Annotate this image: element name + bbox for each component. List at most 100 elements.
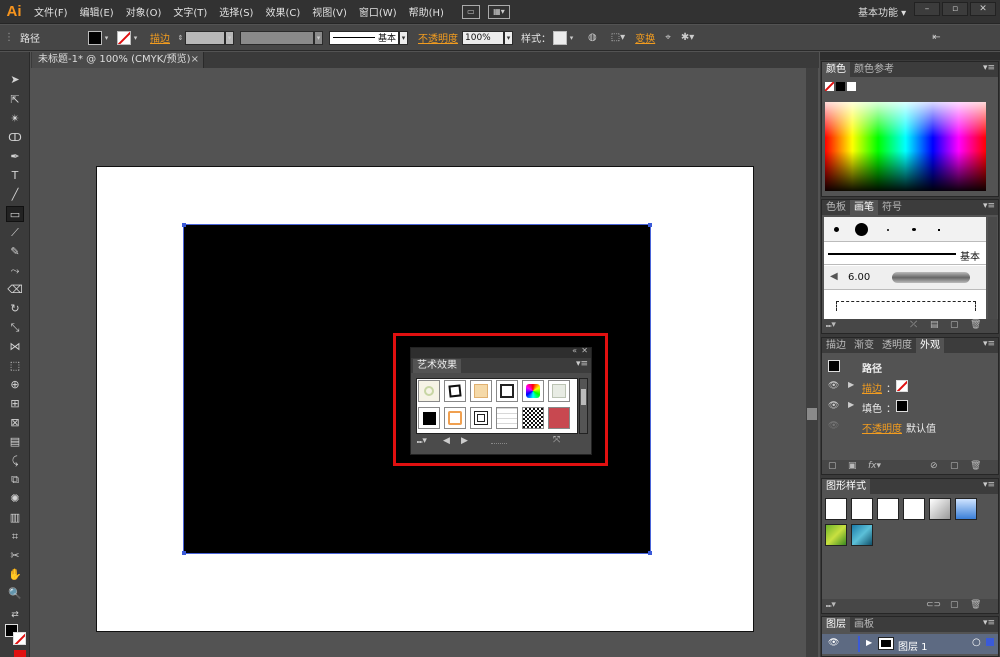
zoom-tool-icon[interactable]: 🔍 [6, 586, 24, 602]
delete-graphic-style-icon[interactable]: 🗑 [970, 600, 981, 610]
arrange-documents-icon[interactable]: ▦▾ [487, 4, 510, 19]
scroll-thumb[interactable] [807, 408, 817, 420]
isolate-object-icon[interactable]: ⌖ [665, 32, 671, 43]
layer-row[interactable]: 👁 ▶ 图层 1 ○ [822, 634, 998, 654]
tab-stroke[interactable]: 描边 [822, 338, 850, 353]
menu-edit[interactable]: 编辑(E) [74, 4, 120, 19]
tab-symbols[interactable]: 符号 [878, 200, 906, 215]
menu-file[interactable]: 文件(F) [28, 4, 74, 19]
menu-view[interactable]: 视图(V) [306, 4, 353, 19]
style-swatch[interactable] [955, 498, 977, 520]
tab-brushes[interactable]: 画笔 [850, 200, 878, 215]
gradient-tool-icon[interactable]: ▤ [6, 434, 24, 450]
appearance-opacity-label[interactable]: 不透明度 [862, 420, 902, 435]
break-link-icon[interactable]: ⊂⊃ [926, 600, 941, 610]
anchor-point[interactable] [182, 551, 186, 555]
stroke-swatch[interactable] [117, 30, 131, 45]
transform-label[interactable]: 变换 [635, 30, 655, 45]
pencil-tool-icon[interactable]: ✎ [6, 244, 24, 260]
close-button[interactable]: ✕ [970, 2, 996, 16]
opacity-input[interactable]: 100% [462, 30, 504, 45]
chevron-down-icon[interactable]: ▾ [131, 31, 140, 45]
graphic-style-swatch[interactable] [553, 30, 567, 45]
brush-dot-small[interactable] [834, 227, 839, 232]
width-tool-icon[interactable]: ⋈ [6, 339, 24, 355]
chevron-down-icon[interactable]: ▾ [567, 31, 576, 45]
add-new-effect-icon[interactable]: fx▾ [868, 461, 881, 471]
options-menu-icon[interactable]: ✱▾ [681, 32, 694, 43]
brush-dot-tiny[interactable] [887, 229, 889, 231]
blob-brush-tool-icon[interactable]: ⤳ [6, 263, 24, 279]
brush-libraries-menu-icon[interactable]: ⑉▾ [826, 320, 836, 330]
magic-wand-tool-icon[interactable]: ✴ [6, 111, 24, 127]
eye-icon[interactable]: 👁 [828, 381, 839, 391]
delete-item-icon[interactable]: 🗑 [970, 461, 981, 471]
style-swatch[interactable] [851, 524, 873, 546]
direct-selection-tool-icon[interactable]: ⇱ [6, 92, 24, 108]
chevron-down-icon[interactable]: ▾ [102, 31, 111, 45]
stroke-swatch[interactable] [896, 380, 908, 392]
rectangle-tool-icon[interactable]: ▭ [6, 206, 24, 222]
add-new-stroke-icon[interactable]: ▢ [828, 461, 837, 471]
pattern-brush-row[interactable] [824, 291, 986, 317]
menu-type[interactable]: 文字(T) [167, 4, 213, 19]
tab-transparency[interactable]: 透明度 [878, 338, 916, 353]
panel-menu-icon[interactable]: ▾≡ [983, 339, 995, 349]
panel-menu-icon[interactable]: ▾≡ [983, 201, 995, 211]
canvas-vertical-scrollbar[interactable] [806, 68, 818, 657]
stroke-weight-stepper[interactable]: ⇕ [176, 31, 185, 45]
menu-object[interactable]: 对象(O) [120, 4, 168, 19]
none-swatch[interactable] [825, 82, 834, 91]
style-swatch[interactable] [851, 498, 873, 520]
shape-builder-tool-icon[interactable]: ⊕ [6, 377, 24, 393]
variable-width-field[interactable] [240, 30, 314, 45]
panel-menu-icon[interactable]: ▾≡ [983, 618, 995, 628]
control-panel-menu-icon[interactable]: ⇤ [932, 32, 940, 43]
tab-color[interactable]: 颜色 [822, 62, 850, 77]
bristle-brush-row[interactable]: ◀ 6.00 [824, 266, 986, 290]
disclosure-triangle-icon[interactable]: ▶ [866, 638, 872, 647]
free-transform-tool-icon[interactable]: ⬚ [6, 358, 24, 374]
new-brush-icon[interactable]: ▢ [950, 320, 959, 330]
eye-icon[interactable]: 👁 [828, 421, 839, 431]
blend-tool-icon[interactable]: ⧉ [6, 472, 24, 488]
brush-definition-field[interactable]: 基本 [329, 30, 399, 45]
white-swatch[interactable] [847, 82, 856, 91]
stroke-weight-field[interactable] [185, 30, 225, 45]
black-swatch[interactable] [836, 82, 845, 91]
appearance-fill-row[interactable]: 👁 ▶ 填色 ： [822, 397, 998, 416]
bridge-icon[interactable]: ▭ [461, 4, 480, 19]
chevron-down-icon[interactable]: ▾ [399, 30, 408, 45]
selection-tool-icon[interactable]: ➤ [6, 72, 24, 88]
basic-brush-row[interactable]: 基本 [824, 243, 986, 265]
menu-window[interactable]: 窗口(W) [353, 4, 403, 19]
brush-dot-large[interactable] [855, 223, 868, 236]
menu-help[interactable]: 帮助(H) [403, 4, 450, 19]
recolor-artwork-icon[interactable]: ◍ [588, 32, 597, 43]
add-new-fill-icon[interactable]: ▣ [848, 461, 857, 471]
anchor-point[interactable] [648, 223, 652, 227]
brush-list-scrollbar[interactable] [988, 217, 997, 319]
brush-dot-point[interactable] [938, 229, 940, 231]
style-swatch[interactable] [825, 524, 847, 546]
close-tab-icon[interactable]: × [191, 52, 199, 68]
delete-brush-icon[interactable]: 🗑 [970, 320, 981, 330]
column-graph-tool-icon[interactable]: ▥ [6, 510, 24, 526]
style-libraries-menu-icon[interactable]: ⑉▾ [826, 600, 836, 610]
rotate-tool-icon[interactable]: ↻ [6, 301, 24, 317]
tab-graphic-styles[interactable]: 图形样式 [822, 479, 870, 494]
panel-menu-icon[interactable]: ▾≡ [983, 63, 995, 73]
appearance-stroke-row[interactable]: 👁 ▶ 描边 ： [822, 377, 998, 396]
fill-swatch[interactable] [896, 400, 908, 412]
appearance-opacity-row[interactable]: 👁 不透明度 默认值 [822, 417, 998, 436]
perspective-grid-tool-icon[interactable]: ⊞ [6, 396, 24, 412]
mesh-tool-icon[interactable]: ⊠ [6, 415, 24, 431]
chevron-down-icon[interactable]: ▾ [225, 30, 234, 45]
tab-gradient[interactable]: 渐变 [850, 338, 878, 353]
none-color-icon[interactable] [14, 650, 26, 657]
swap-colors-icon[interactable]: ⇄ [6, 607, 24, 623]
menu-effect[interactable]: 效果(C) [259, 4, 306, 19]
lasso-tool-icon[interactable]: ↀ [6, 130, 24, 146]
brush-options-icon[interactable]: ▤ [930, 320, 939, 330]
pen-tool-icon[interactable]: ✒ [6, 149, 24, 165]
